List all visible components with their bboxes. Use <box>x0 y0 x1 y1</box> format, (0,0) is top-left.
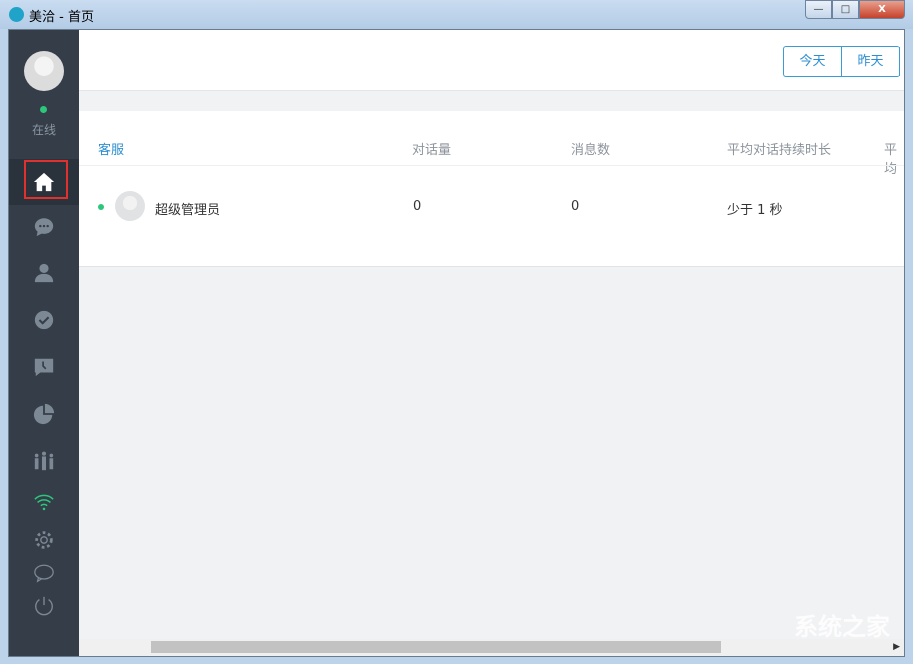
avg-duration: 少于 1 秒 <box>727 203 783 218</box>
header: 今天 昨天 <box>79 30 904 91</box>
status-label[interactable]: 在线 <box>9 121 79 138</box>
power-icon <box>35 596 53 616</box>
date-range-selector: 今天 昨天 <box>783 46 900 77</box>
avatar <box>115 191 145 221</box>
online-dot <box>40 106 47 113</box>
user-icon <box>34 263 54 283</box>
wifi-icon <box>34 494 54 511</box>
online-dot <box>98 204 104 210</box>
nav-chat[interactable] <box>9 204 79 250</box>
window-title: 美洽 - 首页 <box>29 10 94 25</box>
nav-visitors[interactable] <box>9 250 79 296</box>
maximize-button[interactable]: □ <box>832 0 859 19</box>
minimize-button[interactable]: — <box>805 0 832 19</box>
feedback-bubble-icon <box>34 564 54 583</box>
scroll-right-arrow-icon[interactable]: ▶ <box>893 642 900 652</box>
agent-name: 超级管理员 <box>155 203 221 218</box>
column-header-messages[interactable]: 消息数 <box>571 139 610 158</box>
nav-team[interactable] <box>9 438 79 484</box>
close-button[interactable]: X <box>859 0 905 19</box>
column-header-avg-duration[interactable]: 平均对话持续时长 <box>727 139 831 158</box>
pie-chart-icon <box>33 403 55 425</box>
message-count: 0 <box>571 199 580 214</box>
main-content: 今天 昨天 客服 对话量 消息数 平均对话持续时长 平均 超级管理员 0 0 少… <box>79 30 904 656</box>
nav-home[interactable] <box>9 159 79 205</box>
chat-bubble-icon <box>34 218 54 237</box>
nav-network[interactable] <box>9 482 79 522</box>
check-circle-icon <box>34 310 54 330</box>
today-button[interactable]: 今天 <box>784 47 842 76</box>
app-logo-icon <box>9 7 24 22</box>
team-icon <box>34 451 54 471</box>
scrollbar-thumb[interactable] <box>151 641 721 653</box>
column-header-avg[interactable]: 平均 <box>884 139 904 177</box>
app-client: 在线 今天 昨天 客服 对话量 消息数 平均对话持续时长 平均 超级管理员 0 … <box>8 29 905 657</box>
agent-stats-table: 客服 对话量 消息数 平均对话持续时长 平均 超级管理员 0 0 少于 1 秒 <box>79 111 904 267</box>
nav-logout[interactable] <box>9 586 79 626</box>
nav-messages[interactable] <box>9 344 79 390</box>
conversation-count: 0 <box>413 199 422 214</box>
avatar[interactable] <box>24 51 64 91</box>
column-header-agent[interactable]: 客服 <box>98 139 124 158</box>
horizontal-scrollbar[interactable]: ▶ <box>79 639 904 656</box>
sidebar: 在线 <box>9 30 79 656</box>
nav-stats[interactable] <box>9 391 79 437</box>
watermark-logo: 系统之家 <box>794 613 890 641</box>
nav-tasks[interactable] <box>9 297 79 343</box>
gear-icon <box>35 531 53 549</box>
column-header-conversations[interactable]: 对话量 <box>412 139 451 158</box>
yesterday-button[interactable]: 昨天 <box>842 47 900 76</box>
title-bar: 美洽 - 首页 — □ X <box>0 0 913 29</box>
message-clock-icon <box>34 358 54 377</box>
